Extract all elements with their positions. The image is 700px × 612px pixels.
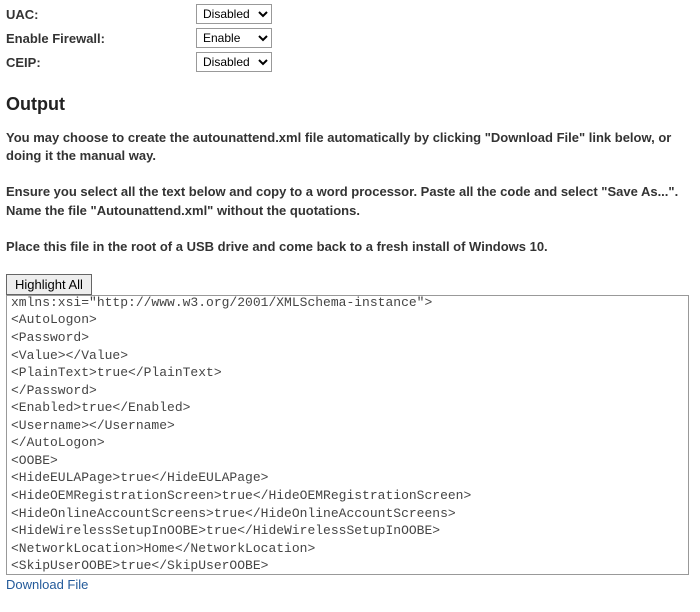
- output-para-3: Place this file in the root of a USB dri…: [6, 238, 694, 256]
- download-file-link[interactable]: Download File: [6, 577, 88, 592]
- output-para-2: Ensure you select all the text below and…: [6, 183, 694, 219]
- output-heading: Output: [6, 94, 694, 115]
- firewall-select[interactable]: Enable: [196, 28, 272, 48]
- highlight-all-button[interactable]: Highlight All: [6, 274, 92, 295]
- ceip-label: CEIP:: [6, 55, 196, 70]
- uac-label: UAC:: [6, 7, 196, 22]
- ceip-select[interactable]: Disabled: [196, 52, 272, 72]
- form-row-firewall: Enable Firewall: Enable: [6, 28, 694, 48]
- form-row-uac: UAC: Disabled: [6, 4, 694, 24]
- xml-output-textarea[interactable]: [6, 295, 689, 575]
- output-para-1: You may choose to create the autounatten…: [6, 129, 694, 165]
- uac-select[interactable]: Disabled: [196, 4, 272, 24]
- firewall-label: Enable Firewall:: [6, 31, 196, 46]
- form-row-ceip: CEIP: Disabled: [6, 52, 694, 72]
